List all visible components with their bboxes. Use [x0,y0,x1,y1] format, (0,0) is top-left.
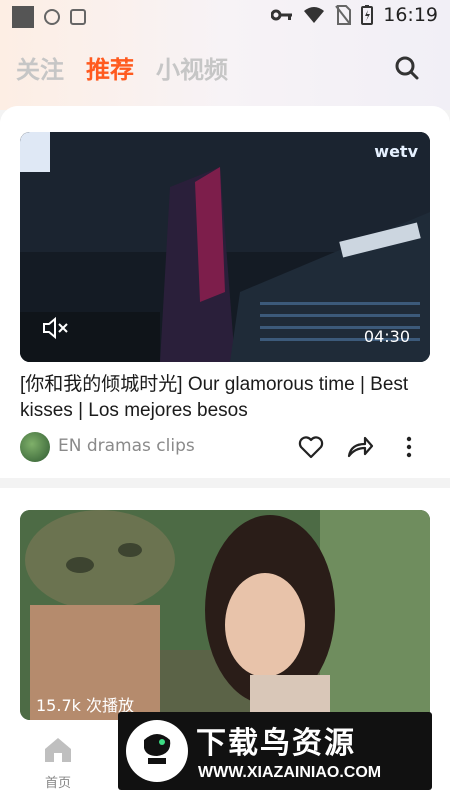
promo-url: WWW.XIAZAINIAO.COM [198,764,382,781]
promo-banner[interactable]: 下载鸟资源 WWW.XIAZAINIAO.COM [118,712,432,790]
heart-icon[interactable] [298,434,324,460]
video-meta: EN dramas clips [20,432,430,462]
share-icon[interactable] [346,434,374,460]
channel-avatar[interactable] [20,432,50,462]
wifi-icon [304,7,325,23]
shield-icon [44,9,60,25]
no-sim-icon [335,5,352,25]
search-icon[interactable] [394,55,420,81]
video-watermark: wetv [374,142,418,161]
status-time: 16:19 [383,4,438,26]
drama-scene-image [20,510,430,720]
video-thumbnail[interactable]: 15.7k 次播放 [20,510,430,720]
tab-follow[interactable]: 关注 [16,50,64,85]
feed-card[interactable]: wetv 04:30 [你和我的倾城时光] Our glamorous time… [0,106,450,478]
nav-home[interactable]: 首页 [34,736,82,791]
tab-recommended[interactable]: 推荐 [86,50,134,85]
mute-icon[interactable] [42,316,70,340]
nav-home-label: 首页 [44,776,71,791]
tab-short-video[interactable]: 小视频 [156,50,228,85]
key-icon [271,9,293,21]
app-a-icon [70,9,86,25]
video-thumbnail[interactable]: wetv 04:30 [20,132,430,362]
channel-name[interactable]: EN dramas clips [58,436,195,456]
video-title[interactable]: [你和我的倾城时光] Our glamorous time | Best kis… [20,372,430,424]
top-tabs: 关注 推荐 小视频 [16,50,228,85]
more-icon[interactable] [404,436,414,458]
notification-icon [12,6,34,28]
home-icon [45,738,71,762]
promo-logo [126,720,188,782]
video-duration: 04:30 [363,327,410,346]
promo-title: 下载鸟资源 [196,726,356,761]
battery-icon [361,5,374,25]
bird-logo-icon [144,734,171,764]
card-separator [0,478,450,488]
feed: wetv 04:30 [你和我的倾城时光] Our glamorous time… [0,106,450,800]
status-bar: 16:19 [0,0,450,32]
